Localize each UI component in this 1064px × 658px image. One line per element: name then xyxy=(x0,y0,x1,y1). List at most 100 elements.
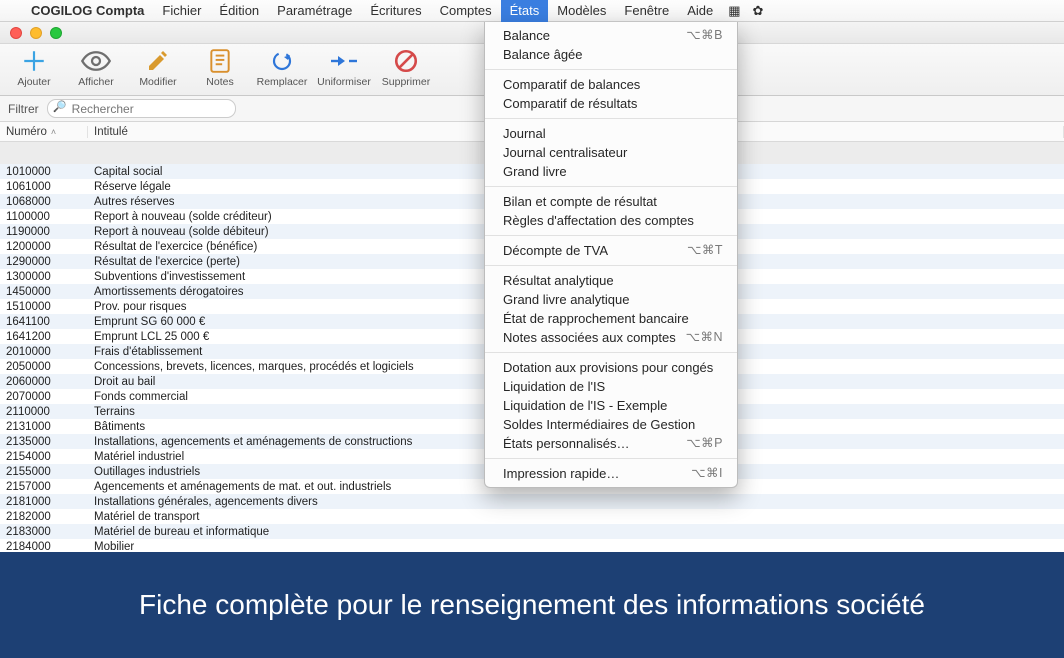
cell-numero: 2155000 xyxy=(0,466,88,478)
toolbar-modifier-button[interactable]: Modifier xyxy=(130,46,186,88)
menu-ecritures[interactable]: Écritures xyxy=(361,0,430,22)
menu-item-balance[interactable]: Balance ⌥⌘B xyxy=(485,26,737,45)
cell-numero: 2131000 xyxy=(0,421,88,433)
toolbar-remplacer-button[interactable]: Remplacer xyxy=(254,46,310,88)
toolbar-ajouter-button[interactable]: Ajouter xyxy=(6,46,62,88)
menu-item-comparatif-de-balances[interactable]: Comparatif de balances xyxy=(485,75,737,94)
system-menubar: COGILOG Compta FichierÉditionParamétrage… xyxy=(0,0,1064,22)
sort-asc-icon: ˄ xyxy=(51,127,56,137)
close-window-button[interactable] xyxy=(10,27,22,39)
menu-edition[interactable]: Édition xyxy=(210,0,268,22)
menu-item-shortcut: ⌥⌘B xyxy=(686,26,723,45)
menu-separator xyxy=(485,186,737,187)
calendar-icon[interactable]: ▦ xyxy=(722,3,746,19)
cell-numero: 2182000 xyxy=(0,511,88,523)
column-header-numero[interactable]: Numéro˄ xyxy=(0,126,88,138)
cell-numero: 1510000 xyxy=(0,301,88,313)
menu-item-label: Bilan et compte de résultat xyxy=(503,194,657,209)
menu-item-label: Journal centralisateur xyxy=(503,145,627,160)
menu-item-label: Décompte de TVA xyxy=(503,243,608,258)
menu-item-liquidation-de-l-is-exemple[interactable]: Liquidation de l'IS - Exemple xyxy=(485,396,737,415)
uniformiser-icon xyxy=(329,46,359,76)
toolbar-afficher-button[interactable]: Afficher xyxy=(68,46,124,88)
notes-icon xyxy=(205,46,235,76)
menu-item-label: Dotation aux provisions pour congés xyxy=(503,360,713,375)
cell-numero: 1068000 xyxy=(0,196,88,208)
cell-intitule: Matériel de transport xyxy=(88,511,1064,523)
toolbar-afficher-label: Afficher xyxy=(78,76,113,88)
menu-item-bilan-et-compte-de-re-sultat[interactable]: Bilan et compte de résultat xyxy=(485,192,737,211)
zoom-window-button[interactable] xyxy=(50,27,62,39)
cell-numero: 2050000 xyxy=(0,361,88,373)
menu-item-e-tat-de-rapprochement-bancaire[interactable]: État de rapprochement bancaire xyxy=(485,309,737,328)
menu-separator xyxy=(485,235,737,236)
menu-item-notes-associe-es-aux-comptes[interactable]: Notes associées aux comptes ⌥⌘N xyxy=(485,328,737,347)
table-row[interactable]: 2181000Installations générales, agenceme… xyxy=(0,494,1064,509)
menu-item-grand-livre-analytique[interactable]: Grand livre analytique xyxy=(485,290,737,309)
cell-numero: 1300000 xyxy=(0,271,88,283)
menu-comptes[interactable]: Comptes xyxy=(431,0,501,22)
menu-item-dotation-aux-provisions-pour-conge-s[interactable]: Dotation aux provisions pour congés xyxy=(485,358,737,377)
menu-item-re-gles-d-affectation-des-comptes[interactable]: Règles d'affectation des comptes xyxy=(485,211,737,230)
cell-numero: 1100000 xyxy=(0,211,88,223)
menu-item-impression-rapide[interactable]: Impression rapide…⌥⌘I xyxy=(485,464,737,483)
toolbar-notes-button[interactable]: Notes xyxy=(192,46,248,88)
menu-separator xyxy=(485,458,737,459)
menu-item-label: Balance xyxy=(503,28,550,43)
menu-item-journal[interactable]: Journal xyxy=(485,124,737,143)
cell-numero: 2181000 xyxy=(0,496,88,508)
slide-caption: Fiche complète pour le renseignement des… xyxy=(0,552,1064,658)
menu-item-label: États personnalisés… xyxy=(503,436,629,451)
table-row[interactable]: 2183000Matériel de bureau et informatiqu… xyxy=(0,524,1064,539)
menu-item-e-tats-personnalise-s[interactable]: États personnalisés… ⌥⌘P xyxy=(485,434,737,453)
menu-item-grand-livre[interactable]: Grand livre xyxy=(485,162,737,181)
cell-numero: 2135000 xyxy=(0,436,88,448)
table-row[interactable]: 2182000Matériel de transport xyxy=(0,509,1064,524)
menu-item-balance-a-ge-e[interactable]: Balance âgée xyxy=(485,45,737,64)
menu-item-soldes-interme-diaires-de-gestion[interactable]: Soldes Intermédiaires de Gestion xyxy=(485,415,737,434)
cell-numero: 1010000 xyxy=(0,166,88,178)
toolbar-remplacer-label: Remplacer xyxy=(257,76,308,88)
menu-item-label: Liquidation de l'IS - Exemple xyxy=(503,398,667,413)
menu-item-label: Notes associées aux comptes xyxy=(503,330,676,345)
menu-item-shortcut: ⌥⌘T xyxy=(687,241,723,260)
menu-fichier[interactable]: Fichier xyxy=(153,0,210,22)
gear-icon[interactable]: ✿ xyxy=(747,3,770,19)
menu-item-shortcut: ⌥⌘N xyxy=(686,328,723,347)
menu-item-shortcut: ⌥⌘P xyxy=(686,434,723,453)
cell-numero: 2184000 xyxy=(0,541,88,553)
menu-parametrage[interactable]: Paramétrage xyxy=(268,0,361,22)
menu-item-re-sultat-analytique[interactable]: Résultat analytique xyxy=(485,271,737,290)
menu-item-shortcut: ⌥⌘I xyxy=(691,464,723,483)
menu-etats[interactable]: États xyxy=(501,0,549,22)
menu-item-label: Soldes Intermédiaires de Gestion xyxy=(503,417,695,432)
search-input[interactable] xyxy=(47,99,236,118)
cell-numero: 2060000 xyxy=(0,376,88,388)
minimize-window-button[interactable] xyxy=(30,27,42,39)
cell-numero: 2010000 xyxy=(0,346,88,358)
toolbar-supprimer-button[interactable]: Supprimer xyxy=(378,46,434,88)
toolbar-ajouter-label: Ajouter xyxy=(17,76,50,88)
cell-intitule: Installations générales, agencements div… xyxy=(88,496,1064,508)
cell-numero: 2157000 xyxy=(0,481,88,493)
cell-numero: 1450000 xyxy=(0,286,88,298)
menu-item-label: Grand livre analytique xyxy=(503,292,629,307)
menu-item-de-compte-de-tva[interactable]: Décompte de TVA ⌥⌘T xyxy=(485,241,737,260)
toolbar-uniformiser-label: Uniformiser xyxy=(317,76,371,88)
menu-item-journal-centralisateur[interactable]: Journal centralisateur xyxy=(485,143,737,162)
menu-modeles[interactable]: Modèles xyxy=(548,0,615,22)
cell-numero: 2154000 xyxy=(0,451,88,463)
cell-numero: 1290000 xyxy=(0,256,88,268)
menu-fenetre[interactable]: Fenêtre xyxy=(615,0,678,22)
menu-aide[interactable]: Aide xyxy=(678,0,722,22)
menu-item-liquidation-de-l-is[interactable]: Liquidation de l'IS xyxy=(485,377,737,396)
menu-item-label: Grand livre xyxy=(503,164,567,179)
menu-item-label: Résultat analytique xyxy=(503,273,614,288)
cell-numero: 1190000 xyxy=(0,226,88,238)
menu-separator xyxy=(485,69,737,70)
cell-intitule: Matériel de bureau et informatique xyxy=(88,526,1064,538)
cell-numero: 2183000 xyxy=(0,526,88,538)
menu-item-comparatif-de-re-sultats[interactable]: Comparatif de résultats xyxy=(485,94,737,113)
app-name[interactable]: COGILOG Compta xyxy=(22,3,153,18)
toolbar-uniformiser-button[interactable]: Uniformiser xyxy=(316,46,372,88)
